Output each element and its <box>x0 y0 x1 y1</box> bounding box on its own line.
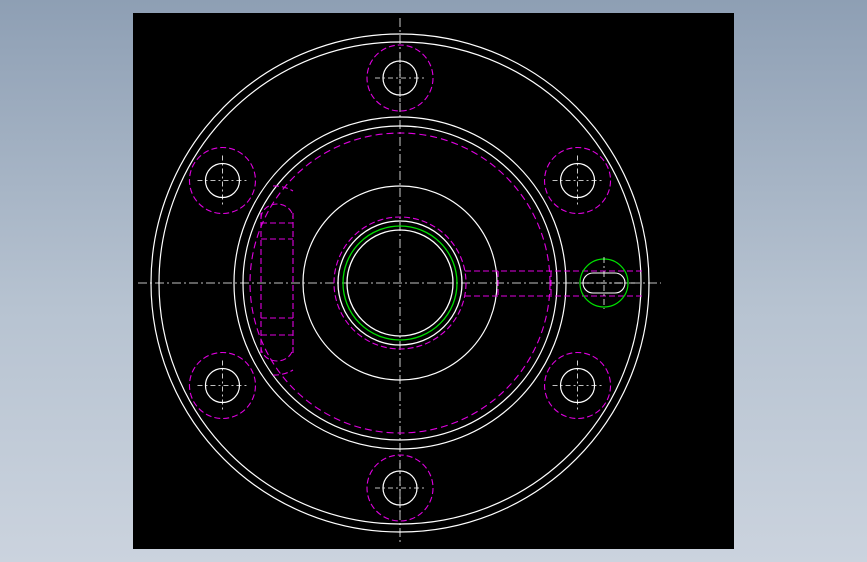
bolt-hole <box>543 351 612 420</box>
centerlines <box>138 18 661 543</box>
bolt-hole <box>543 146 612 215</box>
left-hidden-cavity <box>260 185 294 376</box>
bolt-hole <box>188 351 257 420</box>
flange-drawing <box>138 18 661 543</box>
bolt-hole <box>188 146 257 215</box>
cad-drawing-viewport[interactable] <box>133 13 734 549</box>
side-pin-hole <box>573 257 635 309</box>
bolt-hole <box>366 454 434 522</box>
